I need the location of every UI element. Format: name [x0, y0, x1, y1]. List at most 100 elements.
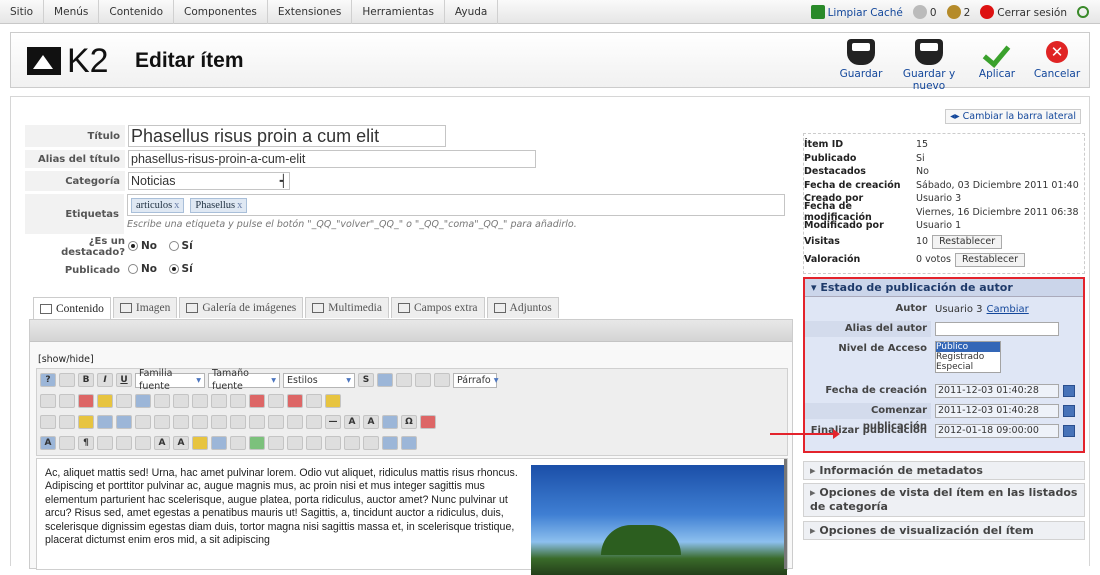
link-icon[interactable]	[116, 394, 132, 408]
published-no-radio[interactable]: No	[128, 263, 157, 275]
publish-down-input[interactable]: 2012-01-18 09:00:00	[935, 424, 1059, 438]
eraser-icon[interactable]	[420, 415, 436, 429]
menu-item-menus[interactable]: Menús	[44, 0, 100, 24]
blockquote-icon[interactable]	[287, 436, 303, 450]
acronym-icon[interactable]	[135, 436, 151, 450]
save-editor-icon[interactable]	[401, 436, 417, 450]
featured-yes-radio[interactable]: Sí	[168, 240, 193, 252]
absolute-icon[interactable]	[344, 436, 360, 450]
remove-format-icon[interactable]	[249, 394, 265, 408]
inserttime-icon[interactable]	[382, 436, 398, 450]
nonbreaking-icon[interactable]	[268, 436, 284, 450]
tab-campos-extra[interactable]: Campos extra	[390, 297, 485, 318]
numbered-list-icon[interactable]	[230, 394, 246, 408]
anchor-icon[interactable]	[135, 394, 151, 408]
attribs-icon[interactable]	[306, 436, 322, 450]
cancel-button[interactable]: ✕ Cancelar	[1027, 39, 1087, 92]
tag-remove-icon[interactable]: x	[174, 200, 179, 211]
help-icon[interactable]: ?	[40, 373, 56, 387]
editor-content[interactable]: Ac, aliquet mattis sed! Urna, hac amet p…	[36, 458, 788, 575]
print-icon[interactable]	[306, 415, 322, 429]
split-cell-icon[interactable]	[268, 415, 284, 429]
underline-button[interactable]: U	[116, 373, 132, 387]
title-input[interactable]: Phasellus risus proin a cum elit	[128, 125, 446, 147]
indent-icon[interactable]	[154, 394, 170, 408]
published-yes-radio[interactable]: Sí	[168, 263, 193, 275]
visualaid-icon[interactable]	[59, 436, 75, 450]
calendar-icon[interactable]	[1063, 405, 1075, 417]
tab-galeria[interactable]: Galería de imágenes	[179, 297, 304, 318]
align-right-button[interactable]	[415, 373, 431, 387]
toggle-sidebar-button[interactable]: ◂▸ Cambiar la barra lateral	[945, 109, 1081, 124]
styleprops-icon[interactable]: A	[40, 436, 56, 450]
save-new-button[interactable]: Guardar y nuevo	[891, 39, 967, 92]
paste-icon[interactable]	[268, 394, 284, 408]
change-author-link[interactable]: Cambiar	[987, 304, 1029, 315]
fullscreen-icon[interactable]	[382, 415, 398, 429]
preview-icon[interactable]	[211, 436, 227, 450]
logout-link[interactable]: Cerrar sesión	[980, 4, 1067, 19]
delete-col-icon[interactable]	[249, 415, 265, 429]
access-option[interactable]: Registrado	[936, 352, 1000, 362]
reset-rating-button[interactable]: Restablecer	[955, 252, 1026, 267]
format-select[interactable]: Párrafo	[453, 372, 497, 388]
table-icon[interactable]	[135, 415, 151, 429]
paragraph-icon[interactable]: ¶	[78, 436, 94, 450]
bullet-list-icon[interactable]	[211, 394, 227, 408]
hr-icon[interactable]: —	[325, 415, 341, 429]
created-date-input[interactable]: 2011-12-03 01:40:28	[935, 384, 1059, 398]
display-options-accordion[interactable]: Opciones de visualización del ítem	[803, 521, 1085, 540]
cite-icon[interactable]	[97, 436, 113, 450]
insertdate-icon[interactable]	[363, 436, 379, 450]
author-alias-input[interactable]	[935, 322, 1059, 336]
layer-icon[interactable]	[325, 436, 341, 450]
menu-item-extensiones[interactable]: Extensiones	[268, 0, 353, 24]
new-document-icon[interactable]	[59, 373, 75, 387]
italic-button[interactable]: I	[97, 373, 113, 387]
text-color-icon[interactable]	[78, 394, 94, 408]
tab-adjuntos[interactable]: Adjuntos	[486, 297, 559, 318]
reset-hits-button[interactable]: Restablecer	[932, 234, 1003, 249]
strikethrough-button[interactable]: S	[358, 373, 374, 387]
show-hide-link[interactable]: [show/hide]	[38, 354, 94, 365]
redo-icon[interactable]	[192, 394, 208, 408]
publishing-header[interactable]: ▾ Estado de publicación de autor	[805, 279, 1083, 297]
spellchecker-icon[interactable]	[249, 436, 265, 450]
row-props-icon[interactable]	[154, 415, 170, 429]
clear-cache-link[interactable]: Limpiar Caché	[810, 4, 903, 19]
image-insert-icon[interactable]	[97, 415, 113, 429]
cell-props-icon[interactable]	[173, 415, 189, 429]
alias-input[interactable]: phasellus-risus-proin-a-cum-elit	[128, 150, 536, 168]
editor-scrollbar[interactable]	[784, 459, 787, 569]
paste-word-icon[interactable]	[287, 394, 303, 408]
apply-button[interactable]: Aplicar	[967, 39, 1027, 92]
subscript-icon[interactable]: A	[344, 415, 360, 429]
tags-input[interactable]: articulos x Phasellus x	[127, 194, 785, 216]
template-icon[interactable]	[192, 436, 208, 450]
publish-up-input[interactable]: 2011-12-03 01:40:28	[935, 404, 1059, 418]
tab-imagen[interactable]: Imagen	[112, 297, 178, 318]
media-icon[interactable]	[116, 415, 132, 429]
menu-item-ayuda[interactable]: Ayuda	[445, 0, 499, 24]
align-justify-button[interactable]	[434, 373, 450, 387]
font-family-select[interactable]: Familia fuente	[135, 368, 205, 392]
menu-item-sitio[interactable]: Sitio	[0, 0, 45, 24]
ltr-icon[interactable]	[40, 415, 56, 429]
undo-icon[interactable]	[173, 394, 189, 408]
menu-item-componentes[interactable]: Componentes	[174, 0, 268, 24]
menu-item-herramientas[interactable]: Herramientas	[352, 0, 445, 24]
calendar-icon[interactable]	[1063, 385, 1075, 397]
menu-item-contenido[interactable]: Contenido	[99, 0, 175, 24]
tab-contenido[interactable]: Contenido	[33, 297, 111, 319]
access-level-list[interactable]: Público Registrado Especial	[935, 341, 1001, 373]
search-icon[interactable]	[1077, 5, 1089, 18]
styles-select[interactable]: Estilos	[283, 372, 355, 388]
featured-no-radio[interactable]: No	[128, 240, 157, 252]
metadata-accordion[interactable]: Información de metadatos	[803, 461, 1085, 480]
listing-options-accordion[interactable]: Opciones de vista del ítem en las listad…	[803, 483, 1085, 517]
del-icon[interactable]: A	[154, 436, 170, 450]
align-left-button[interactable]	[377, 373, 393, 387]
delete-row-icon[interactable]	[211, 415, 227, 429]
special-char-icon[interactable]: Ω	[401, 415, 417, 429]
calendar-icon[interactable]	[1063, 425, 1075, 437]
